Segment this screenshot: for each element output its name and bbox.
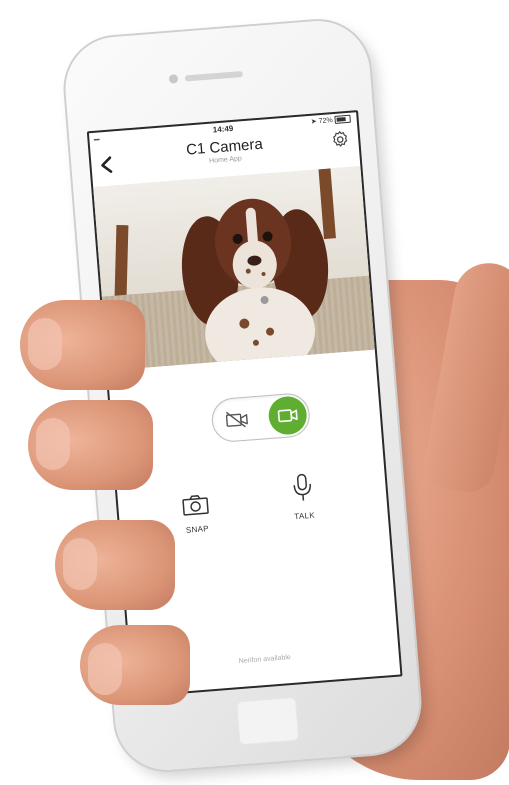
battery-icon bbox=[334, 114, 351, 124]
hand-finger bbox=[80, 625, 190, 705]
hand-finger bbox=[20, 300, 145, 390]
dog-image bbox=[181, 198, 329, 370]
video-camera-icon bbox=[277, 409, 298, 423]
fingernail bbox=[28, 318, 62, 370]
snap-button[interactable]: SNAP bbox=[170, 492, 223, 536]
video-toggle[interactable] bbox=[210, 391, 312, 444]
location-icon: ➤ bbox=[310, 118, 318, 126]
talk-button[interactable]: TALK bbox=[276, 471, 330, 523]
front-camera bbox=[168, 74, 179, 84]
camera-icon bbox=[182, 495, 209, 516]
earpiece bbox=[184, 70, 244, 82]
hand-finger bbox=[28, 400, 153, 490]
feed-table-leg bbox=[114, 224, 129, 306]
battery-percent: 72% bbox=[318, 116, 333, 125]
fingernail bbox=[63, 538, 97, 590]
microphone-icon bbox=[293, 473, 311, 501]
talk-label: TALK bbox=[294, 510, 316, 522]
snap-label: SNAP bbox=[185, 524, 210, 535]
fingernail bbox=[36, 418, 70, 470]
hand-finger bbox=[55, 520, 175, 610]
toggle-knob[interactable] bbox=[267, 395, 309, 436]
settings-button[interactable] bbox=[329, 129, 351, 151]
home-button[interactable] bbox=[235, 696, 300, 746]
video-off-icon bbox=[225, 411, 248, 428]
gear-icon bbox=[333, 131, 348, 147]
fingernail bbox=[88, 643, 122, 695]
